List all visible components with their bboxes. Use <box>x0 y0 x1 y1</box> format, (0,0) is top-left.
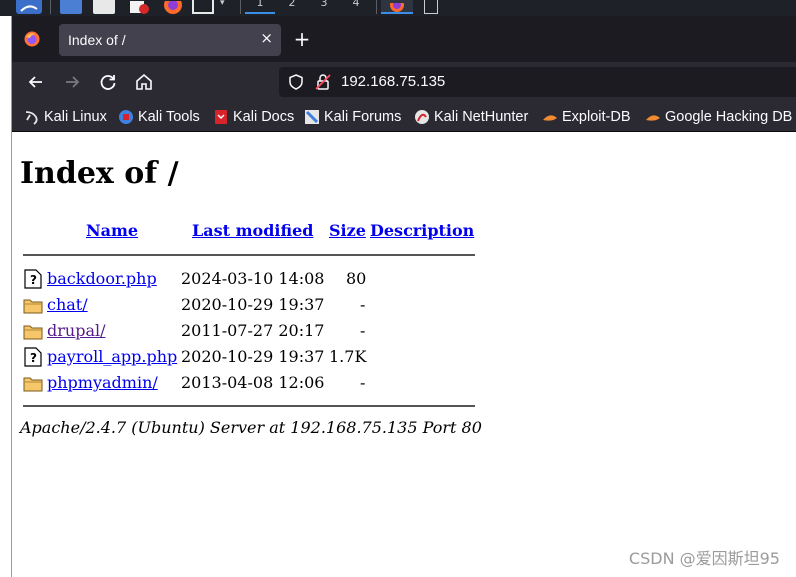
page-title: Index of / <box>20 156 179 191</box>
taskbar-separator <box>50 0 51 14</box>
column-header-description[interactable]: Description <box>370 221 474 240</box>
firefox-window: Index of / × + 192.168.75.135 Kali Linux… <box>12 16 796 577</box>
bookmark-label: Kali Linux <box>44 109 107 125</box>
folder-icon <box>23 325 43 340</box>
bookmark-label: Kali NetHunter <box>434 109 529 125</box>
svg-text:?: ? <box>30 273 37 287</box>
desktop-edge <box>0 16 12 577</box>
file-size: - <box>360 321 366 340</box>
file-manager-icon[interactable] <box>60 0 82 14</box>
file-link[interactable]: backdoor.php <box>47 269 157 288</box>
header-divider <box>23 254 475 256</box>
bookmark-kali-nethunter[interactable]: Kali NetHunter <box>414 108 528 126</box>
page-content: Index of / Name Last modified Size Descr… <box>12 132 796 577</box>
column-header-last-modified[interactable]: Last modified <box>192 221 313 240</box>
terminal-icon[interactable] <box>93 0 115 14</box>
workspace-4[interactable]: 4 <box>341 0 371 14</box>
modified-date: 2020-10-29 19:37 <box>181 347 325 366</box>
taskbar-separator <box>376 0 377 14</box>
workspace-1[interactable]: 1 <box>245 0 275 14</box>
modified-date: 2020-10-29 19:37 <box>181 295 325 314</box>
navigation-bar: 192.168.75.135 <box>12 62 796 102</box>
bookmark-label: Kali Tools <box>138 109 200 125</box>
kali-menu-icon[interactable] <box>16 0 42 14</box>
window-list-icon[interactable] <box>192 0 214 14</box>
shield-icon[interactable] <box>287 73 305 91</box>
bookmark-google-hacking-db[interactable]: Google Hacking DB <box>645 108 792 126</box>
bookmark-kali-linux[interactable]: Kali Linux <box>24 108 107 126</box>
modified-date: 2024-03-10 14:08 <box>181 269 325 288</box>
svg-text:?: ? <box>30 351 37 365</box>
bookmark-label: Kali Docs <box>233 109 295 125</box>
firefox-menu-icon[interactable] <box>24 31 40 47</box>
taskbar-separator <box>240 0 241 14</box>
csdn-watermark: CSDN @爱因斯坦95 <box>628 549 780 568</box>
bookmark-kali-docs[interactable]: Kali Docs <box>213 108 294 126</box>
kali-forums-icon <box>305 110 319 124</box>
file-size: 80 <box>346 269 367 288</box>
workspace-2[interactable]: 2 <box>277 0 307 14</box>
chevron-down-icon[interactable]: ▾ <box>220 0 232 14</box>
close-icon[interactable]: × <box>260 29 273 47</box>
file-size: - <box>360 295 366 314</box>
kali-docs-icon <box>215 110 227 124</box>
ghdb-icon <box>646 115 660 121</box>
modified-date: 2013-04-08 12:06 <box>181 373 325 392</box>
file-size: 1.7K <box>329 347 367 366</box>
bookmark-label: Exploit-DB <box>562 109 631 125</box>
new-tab-button[interactable]: + <box>291 25 313 53</box>
kali-tools-icon <box>119 110 133 124</box>
firefox-window-button[interactable] <box>381 0 413 14</box>
kali-dragon-icon <box>25 111 38 125</box>
tab-title: Index of / <box>68 32 126 48</box>
reload-icon[interactable] <box>96 70 120 94</box>
file-link[interactable]: payroll_app.php <box>47 347 177 366</box>
url-bar[interactable]: 192.168.75.135 <box>279 67 796 97</box>
file-link[interactable]: chat/ <box>47 295 88 314</box>
tab-bar: Index of / × + <box>12 16 796 62</box>
bookmarks-toolbar: Kali Linux Kali Tools Kali Docs Kali For… <box>12 102 796 132</box>
column-header-size[interactable]: Size <box>329 221 366 240</box>
forward-arrow-icon[interactable] <box>60 70 84 94</box>
folder-icon <box>23 299 43 314</box>
bookmark-kali-tools[interactable]: Kali Tools <box>118 108 200 126</box>
window-button-icon[interactable] <box>424 0 438 14</box>
insecure-lock-icon[interactable] <box>313 72 333 92</box>
bookmark-label: Kali Forums <box>324 109 402 125</box>
file-size: - <box>360 373 366 392</box>
file-link[interactable]: phpmyadmin/ <box>47 373 158 392</box>
system-taskbar: ▾ 1 2 3 4 <box>0 0 796 16</box>
home-icon[interactable] <box>132 70 156 94</box>
text-editor-icon[interactable] <box>128 0 150 14</box>
bookmark-label: Google Hacking DB <box>665 109 793 125</box>
column-header-name[interactable]: Name <box>86 221 138 240</box>
folder-icon <box>23 377 43 392</box>
kali-nethunter-icon <box>415 110 429 124</box>
firefox-launcher-icon[interactable] <box>162 0 184 14</box>
file-link[interactable]: drupal/ <box>47 321 105 340</box>
unknown-file-icon: ? <box>24 347 42 367</box>
bookmark-kali-forums[interactable]: Kali Forums <box>304 108 401 126</box>
tab-index[interactable]: Index of / × <box>59 24 281 56</box>
footer-divider <box>23 405 475 407</box>
back-arrow-icon[interactable] <box>24 70 48 94</box>
server-signature: Apache/2.4.7 (Ubuntu) Server at 192.168.… <box>20 418 482 437</box>
modified-date: 2011-07-27 20:17 <box>181 321 325 340</box>
exploit-db-icon <box>543 115 557 121</box>
unknown-file-icon: ? <box>24 269 42 289</box>
bookmark-exploit-db[interactable]: Exploit-DB <box>542 108 631 126</box>
workspace-3[interactable]: 3 <box>309 0 339 14</box>
url-text[interactable]: 192.168.75.135 <box>341 73 445 90</box>
